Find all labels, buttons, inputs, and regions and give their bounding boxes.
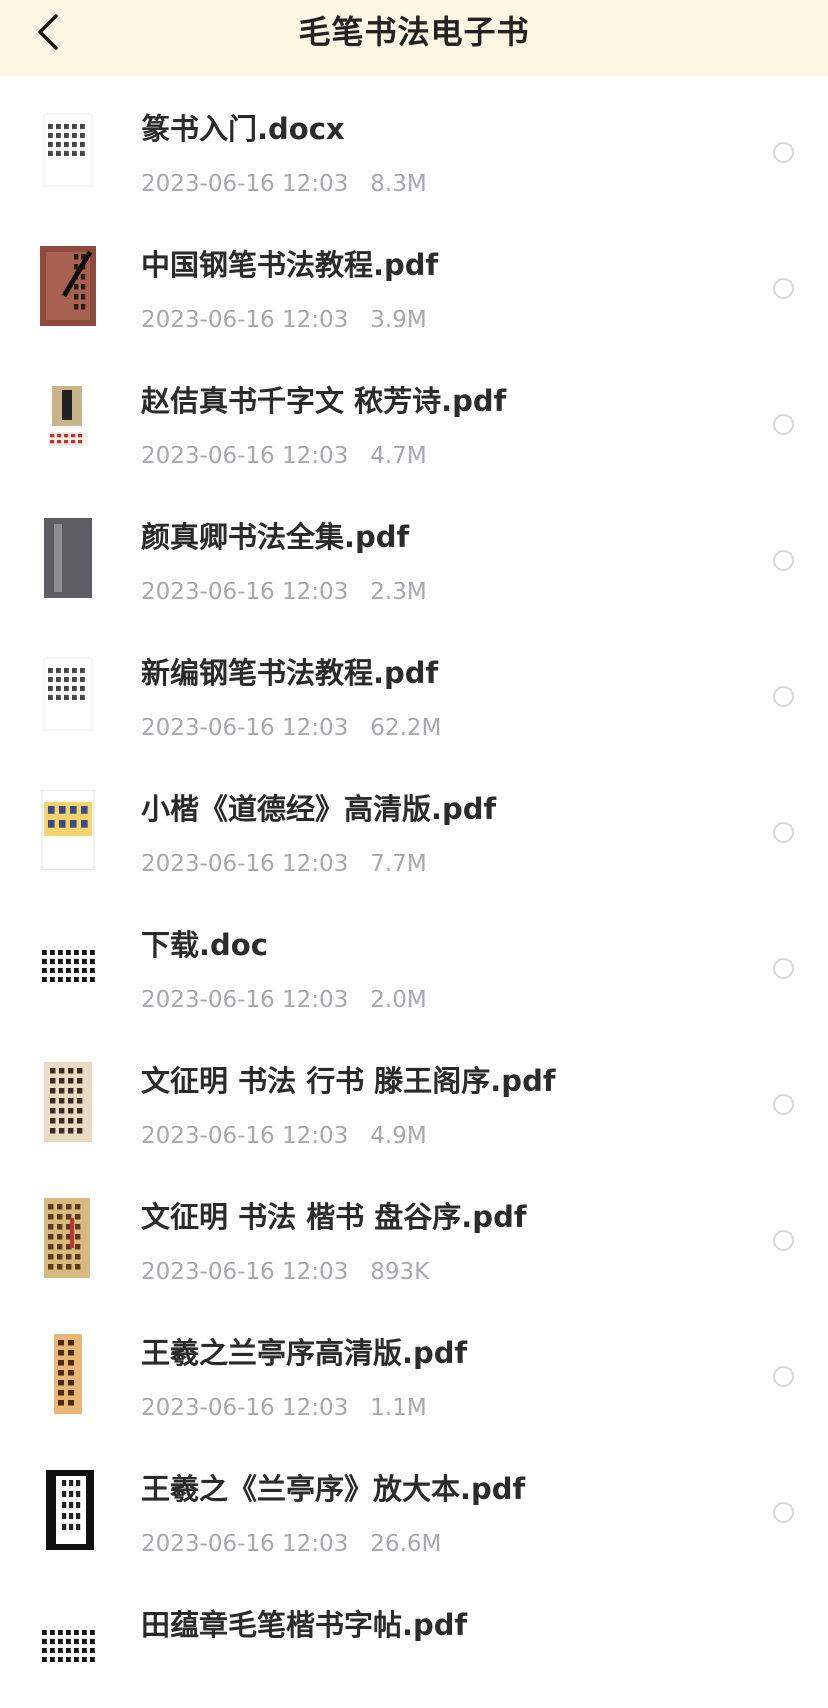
file-row[interactable]: 中国钢笔书法教程.pdf 2023-06-16 12:03 3.9M xyxy=(0,212,828,348)
file-thumbnail xyxy=(40,110,96,190)
select-radio[interactable] xyxy=(773,822,794,843)
file-size: 7.7M xyxy=(370,851,427,877)
file-size: 26.6M xyxy=(370,1531,442,1557)
file-size: 4.9M xyxy=(370,1123,427,1149)
file-meta: 2023-06-16 12:03 1.1M xyxy=(141,1394,427,1422)
file-date: 2023-06-16 12:03 xyxy=(141,987,349,1013)
select-radio[interactable] xyxy=(773,1094,794,1115)
top-bar: 毛笔书法电子书 xyxy=(0,0,828,76)
select-radio[interactable] xyxy=(773,686,794,707)
file-row[interactable]: 新编钢笔书法教程.pdf 2023-06-16 12:03 62.2M xyxy=(0,620,828,756)
select-radio[interactable] xyxy=(773,414,794,435)
file-thumbnail xyxy=(40,790,96,870)
file-thumbnail xyxy=(40,1062,96,1142)
file-meta: 2023-06-16 12:03 2.0M xyxy=(141,986,427,1014)
file-row[interactable]: 王羲之《兰亭序》放大本.pdf 2023-06-16 12:03 26.6M xyxy=(0,1436,828,1572)
select-radio[interactable] xyxy=(773,1502,794,1523)
file-row[interactable]: 小楷《道德经》高清版.pdf 2023-06-16 12:03 7.7M xyxy=(0,756,828,892)
file-meta: 2023-06-16 12:03 8.3M xyxy=(141,170,427,198)
file-thumbnail xyxy=(40,926,96,1006)
file-date: 2023-06-16 12:03 xyxy=(141,715,349,741)
file-date: 2023-06-16 12:03 xyxy=(141,1259,349,1285)
file-size: 893K xyxy=(370,1259,430,1285)
file-name: 新编钢笔书法教程.pdf xyxy=(141,656,439,690)
file-meta: 2023-06-16 12:03 7.7M xyxy=(141,850,427,878)
file-thumbnail xyxy=(40,1606,96,1686)
file-row[interactable]: 文征明 书法 楷书 盘谷序.pdf 2023-06-16 12:03 893K xyxy=(0,1164,828,1300)
file-meta: 2023-06-16 12:03 3.9M xyxy=(141,306,427,334)
file-date: 2023-06-16 12:03 xyxy=(141,171,349,197)
select-radio[interactable] xyxy=(773,550,794,571)
file-thumbnail xyxy=(40,1334,96,1414)
select-radio[interactable] xyxy=(773,958,794,979)
file-name: 小楷《道德经》高清版.pdf xyxy=(141,792,497,826)
file-date: 2023-06-16 12:03 xyxy=(141,579,349,605)
file-row[interactable]: 下载.doc 2023-06-16 12:03 2.0M xyxy=(0,892,828,1028)
select-radio[interactable] xyxy=(773,1366,794,1387)
file-row[interactable]: 赵佶真书千字文 秾芳诗.pdf 2023-06-16 12:03 4.7M xyxy=(0,348,828,484)
file-name: 田蕴章毛笔楷书字帖.pdf xyxy=(141,1608,468,1642)
file-meta: 2023-06-16 12:03 2.3M xyxy=(141,578,427,606)
file-size: 62.2M xyxy=(370,715,442,741)
page-title: 毛笔书法电子书 xyxy=(298,13,530,51)
file-name: 中国钢笔书法教程.pdf xyxy=(141,248,439,282)
file-name: 赵佶真书千字文 秾芳诗.pdf xyxy=(141,384,507,418)
file-meta: 2023-06-16 12:03 4.9M xyxy=(141,1122,427,1150)
file-thumbnail xyxy=(40,1470,96,1550)
file-thumbnail xyxy=(40,382,96,462)
file-size: 4.7M xyxy=(370,443,427,469)
file-size: 8.3M xyxy=(370,171,427,197)
file-meta: 2023-06-16 12:03 4.7M xyxy=(141,442,427,470)
file-name: 王羲之《兰亭序》放大本.pdf xyxy=(141,1472,526,1506)
file-name: 颜真卿书法全集.pdf xyxy=(141,520,410,554)
file-date: 2023-06-16 12:03 xyxy=(141,307,349,333)
file-row[interactable]: 王羲之兰亭序高清版.pdf 2023-06-16 12:03 1.1M xyxy=(0,1300,828,1436)
file-size: 1.1M xyxy=(370,1395,427,1421)
select-radio[interactable] xyxy=(773,142,794,163)
file-name: 篆书入门.docx xyxy=(141,112,345,146)
file-row[interactable]: 文征明 书法 行书 滕王阁序.pdf 2023-06-16 12:03 4.9M xyxy=(0,1028,828,1164)
select-radio[interactable] xyxy=(773,278,794,299)
file-date: 2023-06-16 12:03 xyxy=(141,1123,349,1149)
file-thumbnail xyxy=(40,518,96,598)
file-meta: 2023-06-16 12:03 62.2M xyxy=(141,714,441,742)
file-row[interactable]: 田蕴章毛笔楷书字帖.pdf xyxy=(0,1572,828,1708)
file-row[interactable]: 篆书入门.docx 2023-06-16 12:03 8.3M xyxy=(0,76,828,212)
file-date: 2023-06-16 12:03 xyxy=(141,443,349,469)
file-name: 文征明 书法 行书 滕王阁序.pdf xyxy=(141,1064,556,1098)
file-size: 2.0M xyxy=(370,987,427,1013)
select-radio[interactable] xyxy=(773,1230,794,1251)
file-list: 篆书入门.docx 2023-06-16 12:03 8.3M 中国钢笔书法教程.pd… xyxy=(0,76,828,1708)
file-date: 2023-06-16 12:03 xyxy=(141,1395,349,1421)
file-name: 王羲之兰亭序高清版.pdf xyxy=(141,1336,468,1370)
file-name: 下载.doc xyxy=(141,928,268,962)
file-meta: 2023-06-16 12:03 26.6M xyxy=(141,1530,441,1558)
file-name: 文征明 书法 楷书 盘谷序.pdf xyxy=(141,1200,527,1234)
file-thumbnail xyxy=(40,1198,96,1278)
file-size: 3.9M xyxy=(370,307,427,333)
file-thumbnail xyxy=(40,246,96,326)
file-size: 2.3M xyxy=(370,579,427,605)
file-row[interactable]: 颜真卿书法全集.pdf 2023-06-16 12:03 2.3M xyxy=(0,484,828,620)
file-meta: 2023-06-16 12:03 893K xyxy=(141,1258,429,1286)
file-thumbnail xyxy=(40,654,96,734)
file-date: 2023-06-16 12:03 xyxy=(141,851,349,877)
file-date: 2023-06-16 12:03 xyxy=(141,1531,349,1557)
